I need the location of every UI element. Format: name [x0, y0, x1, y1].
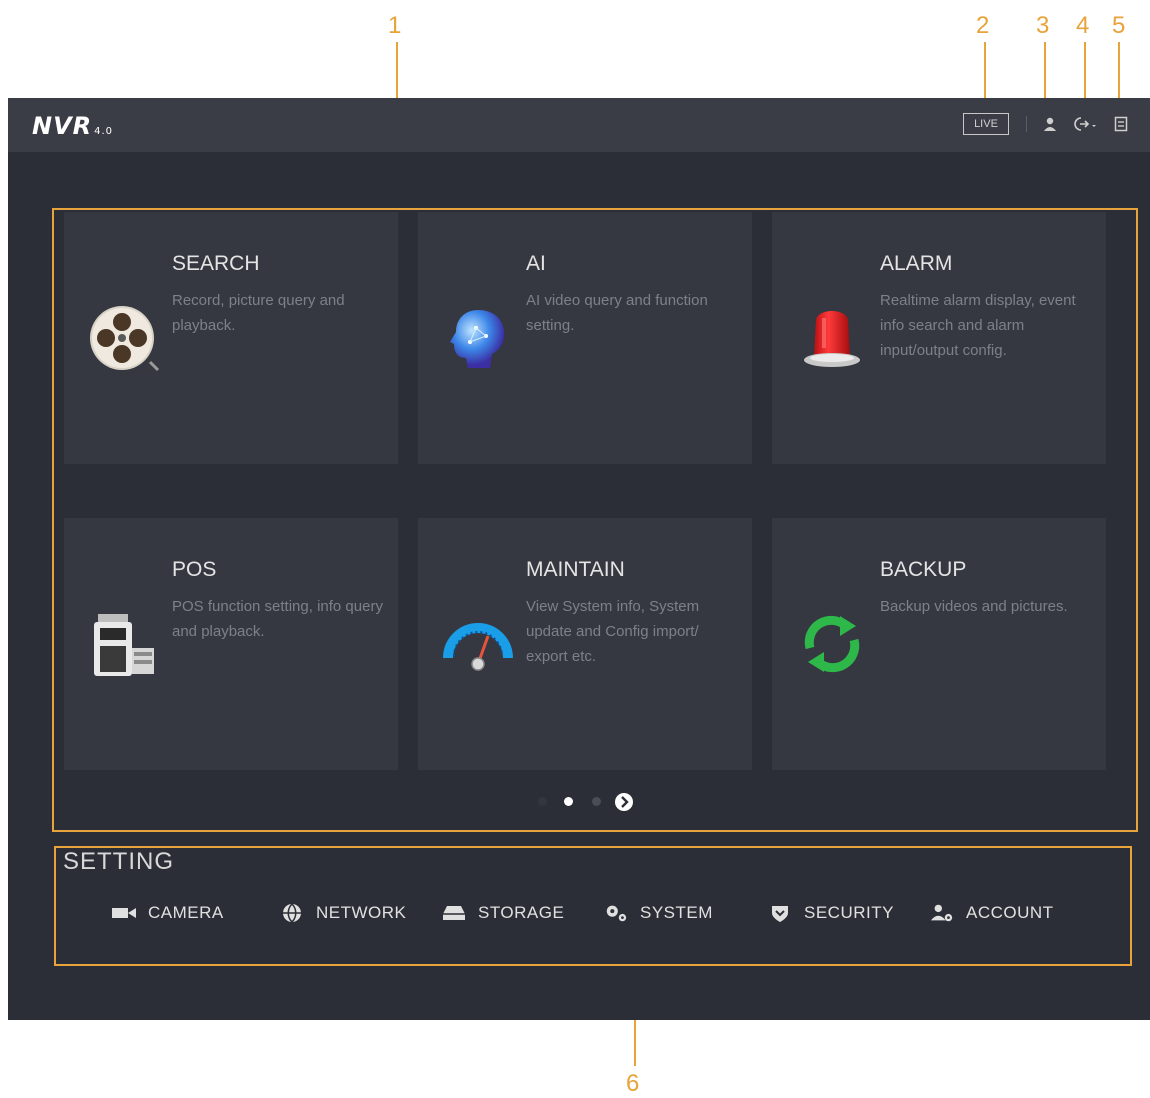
- shield-icon: [768, 903, 792, 923]
- setting-label: CAMERA: [148, 903, 224, 922]
- callout-number-4: 4: [1076, 12, 1090, 39]
- nvr-main-screen: NVR 4.0 LIVE SEARCH Record, picture quer…: [8, 98, 1150, 1020]
- card-maintain[interactable]: MAINTAIN View System info, System update…: [418, 518, 752, 770]
- setting-label: SYSTEM: [640, 903, 713, 922]
- setting-label: SECURITY: [804, 903, 894, 922]
- topbar-divider: [1026, 116, 1027, 132]
- refresh-arrows-icon: [804, 615, 860, 673]
- setting-label: STORAGE: [478, 903, 565, 922]
- gears-icon: [604, 903, 628, 923]
- card-description: Backup videos and pictures.: [880, 598, 1068, 615]
- card-title: MAINTAIN: [526, 558, 625, 581]
- card-alarm[interactable]: ALARM Realtime alarm display, event info…: [772, 212, 1106, 464]
- card-search[interactable]: SEARCH Record, picture query and playbac…: [64, 212, 398, 464]
- card-title: AI: [526, 252, 546, 275]
- network-globe-icon: [280, 903, 304, 923]
- setting-label: NETWORK: [316, 903, 407, 922]
- next-page-icon[interactable]: [614, 792, 634, 812]
- card-ai[interactable]: AI AI video query and function setting.: [418, 212, 752, 464]
- user-icon[interactable]: [1042, 116, 1058, 132]
- callout-number-1: 1: [388, 12, 402, 39]
- card-title: BACKUP: [880, 558, 967, 581]
- card-pos[interactable]: POS POS function setting, info query and…: [64, 518, 398, 770]
- card-title: POS: [172, 558, 217, 581]
- setting-camera[interactable]: CAMERA: [112, 902, 224, 924]
- card-backup[interactable]: BACKUP Backup videos and pictures.: [772, 518, 1106, 770]
- setting-security[interactable]: SECURITY: [768, 902, 894, 924]
- logout-icon[interactable]: [1074, 116, 1098, 132]
- callout-number-5: 5: [1112, 12, 1126, 39]
- nvr-logo: NVR 4.0: [32, 112, 114, 140]
- card-description: POS function setting, info query and pla…: [172, 598, 383, 640]
- film-reel-icon: [90, 306, 160, 372]
- card-description: Realtime alarm display, event info searc…: [880, 292, 1076, 359]
- gauge-icon: [443, 623, 513, 671]
- settings-bar: SETTING CAMERA NETWORK STORAGE SYSTEM SE…: [54, 846, 1132, 966]
- alarm-siren-icon: [804, 311, 860, 367]
- card-title: ALARM: [880, 252, 953, 275]
- page-dot[interactable]: [592, 797, 601, 806]
- setting-storage[interactable]: STORAGE: [442, 902, 564, 924]
- storage-icon: [442, 903, 466, 923]
- camera-icon: [112, 903, 136, 923]
- card-description: Record, picture query and playback.: [172, 292, 345, 334]
- page-dot[interactable]: [538, 797, 547, 806]
- setting-network[interactable]: NETWORK: [280, 902, 406, 924]
- setting-label: ACCOUNT: [966, 903, 1054, 922]
- settings-title: SETTING: [63, 848, 175, 875]
- callout-number-6: 6: [626, 1070, 640, 1097]
- card-description: View System info, System update and Conf…: [526, 598, 700, 665]
- ai-brain-icon: [450, 310, 505, 368]
- setting-account[interactable]: ACCOUNT: [930, 902, 1054, 924]
- setting-system[interactable]: SYSTEM: [604, 902, 713, 924]
- pos-terminal-icon: [94, 614, 154, 676]
- callout-number-2: 2: [976, 12, 990, 39]
- callout-number-3: 3: [1036, 12, 1050, 39]
- menu-icon[interactable]: [1114, 116, 1128, 132]
- account-icon: [930, 903, 954, 923]
- live-button[interactable]: LIVE: [963, 113, 1009, 135]
- card-description: AI video query and function setting.: [526, 292, 708, 334]
- card-title: SEARCH: [172, 252, 260, 275]
- page-dot-active[interactable]: [564, 797, 573, 806]
- top-bar: NVR 4.0 LIVE: [8, 98, 1150, 152]
